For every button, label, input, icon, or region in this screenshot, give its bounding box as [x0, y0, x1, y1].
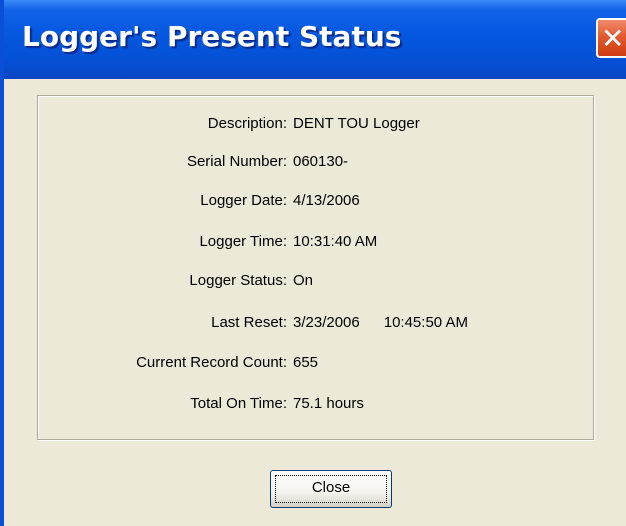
description-label: Description: [207, 115, 287, 132]
last-reset-time: 10:45:50 AM [383, 314, 468, 331]
close-icon: ✕ [601, 22, 625, 55]
dialog-window: Logger's Present Status ✕ Description: D… [0, 0, 626, 526]
serial-number-label: Serial Number: [186, 153, 287, 170]
total-on-time-value: 75.1 hours [293, 395, 364, 412]
logger-time-label: Logger Time: [199, 233, 287, 250]
status-group-box: Description: DENT TOU Logger Serial Numb… [37, 95, 594, 440]
total-on-time-row: Total On Time: 75.1 hours [38, 392, 595, 416]
logger-date-row: Logger Date: 4/13/2006 [38, 189, 595, 213]
last-reset-row: Last Reset: 3/23/2006 10:45:50 AM [38, 311, 595, 335]
last-reset-value: 3/23/2006 10:45:50 AM [293, 311, 468, 335]
logger-time-value: 10:31:40 AM [293, 233, 378, 250]
last-reset-date: 3/23/2006 [293, 314, 360, 331]
title-bar[interactable]: Logger's Present Status ✕ [4, 0, 626, 79]
window-title: Logger's Present Status [22, 20, 402, 53]
logger-date-value: 4/13/2006 [293, 192, 360, 209]
serial-number-row: Serial Number: 060130- [38, 150, 595, 174]
description-value: DENT TOU Logger [293, 115, 420, 132]
logger-status-value: On [293, 272, 314, 289]
current-record-count-value: 655 [293, 354, 319, 371]
current-record-count-row: Current Record Count: 655 [38, 351, 595, 375]
description-row: Description: DENT TOU Logger [38, 112, 595, 136]
last-reset-label: Last Reset: [211, 314, 287, 331]
current-record-count-label: Current Record Count: [136, 354, 287, 371]
window-close-button[interactable]: ✕ [596, 18, 626, 58]
serial-number-value: 060130- [293, 153, 349, 170]
total-on-time-label: Total On Time: [190, 395, 287, 412]
logger-status-label: Logger Status: [189, 272, 287, 289]
close-button[interactable]: Close [270, 470, 392, 508]
logger-date-label: Logger Date: [200, 192, 287, 209]
close-button-label: Close [311, 479, 351, 496]
logger-time-row: Logger Time: 10:31:40 AM [38, 230, 595, 254]
logger-status-row: Logger Status: On [38, 269, 595, 293]
